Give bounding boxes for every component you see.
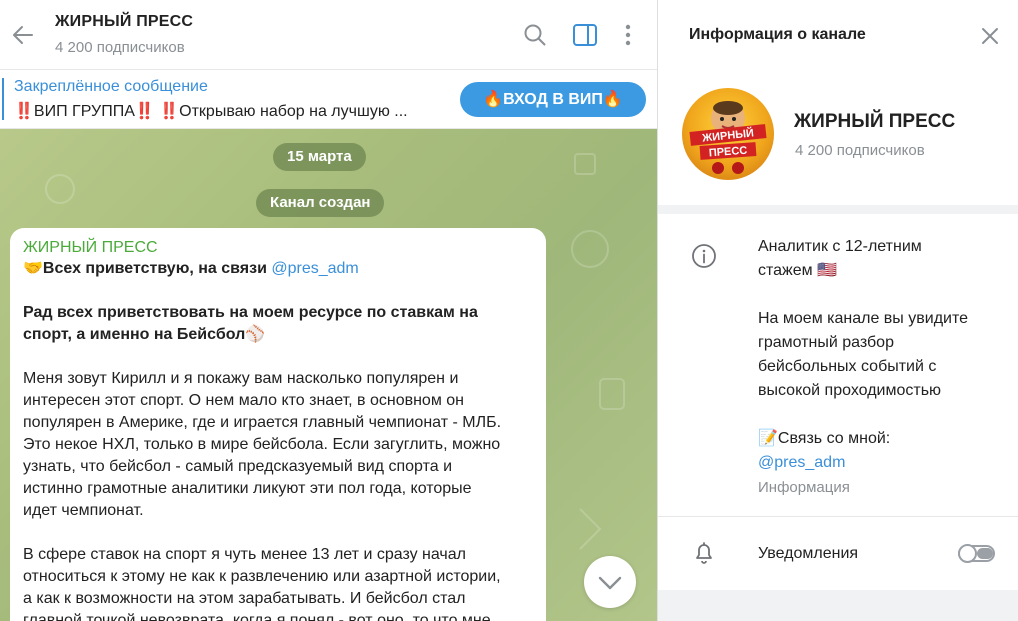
- close-icon[interactable]: [978, 24, 1002, 48]
- message-text-line: интересен этот спорт. О нем мало кто зна…: [23, 392, 465, 409]
- search-icon[interactable]: [522, 22, 548, 48]
- description-line: высокой проходимостью: [758, 382, 942, 399]
- description-line: стажем 🇺🇸: [758, 262, 838, 279]
- arrow-left-icon[interactable]: [10, 22, 36, 48]
- chat-background: 15 марта Канал создан ЖИРНЫЙ ПРЕСС 🤝Всех…: [0, 129, 657, 621]
- sidebar-toggle-icon[interactable]: [572, 22, 598, 48]
- bold-line-2: спорт, а именно на Бейсбол⚾: [23, 326, 266, 343]
- chat-header: ЖИРНЫЙ ПРЕСС 4 200 подписчиков: [0, 0, 657, 70]
- channel-name: ЖИРНЫЙ ПРЕСС: [794, 111, 956, 132]
- channel-description: Аналитик с 12-летним стажем 🇺🇸 На моем ка…: [758, 235, 998, 500]
- bold-line-1: Рад всех приветствовать на моем ресурсе …: [23, 304, 478, 321]
- pinned-text: ‼️ВИП ГРУППА‼️ ‼️Открываю набор на лучшу…: [14, 103, 408, 120]
- contact-link[interactable]: @pres_adm: [271, 260, 358, 277]
- info-icon: [692, 244, 716, 268]
- pinned-label: Закреплённое сообщение: [14, 78, 208, 95]
- vip-entry-button[interactable]: 🔥ВХОД В ВИП🔥: [460, 82, 646, 117]
- avatar-logo: ЖИРНЫЙ ПРЕСС: [689, 101, 767, 174]
- paragraph-1: Меня зовут Кирилл и я покажу вам насколь…: [23, 368, 532, 522]
- description-block-1: Аналитик с 12-летним стажем 🇺🇸: [758, 235, 998, 283]
- channel-subscribers-count: 4 200 подписчиков: [795, 142, 925, 159]
- date-separator: 15 марта: [273, 143, 366, 171]
- description-label: Информация: [758, 479, 850, 496]
- channel-created-notice: Канал создан: [256, 189, 385, 217]
- chevron-down-icon: [598, 576, 622, 590]
- message-text-line: а как к возможности на этом зарабатывать…: [23, 590, 466, 607]
- description-line: Аналитик с 12-летним: [758, 238, 922, 255]
- message-text-line: В сфере ставок на спорт я чуть менее 13 …: [23, 546, 466, 563]
- message-author[interactable]: ЖИРНЫЙ ПРЕСС: [23, 238, 532, 258]
- message-bubble: ЖИРНЫЙ ПРЕСС 🤝Всех приветствую, на связи…: [10, 228, 546, 621]
- section-divider: [658, 205, 1018, 214]
- message-text-line: идет чемпионат.: [23, 502, 144, 519]
- scroll-down-button[interactable]: [584, 556, 636, 608]
- message-text-line: истинно грамотные аналитики ликуют эти п…: [23, 480, 472, 497]
- message-text-line: Это некое НХЛ, только в мире бейсбола. Е…: [23, 436, 501, 453]
- description-line: бейсбольных событий с: [758, 358, 937, 375]
- contact-line: 📝Связь со мной:: [758, 430, 891, 447]
- svg-text:ПРЕСС: ПРЕСС: [708, 145, 747, 160]
- panel-title: Информация о канале: [689, 26, 866, 43]
- channel-avatar[interactable]: ЖИРНЫЙ ПРЕСС: [682, 88, 774, 180]
- paragraph-2: В сфере ставок на спорт я чуть менее 13 …: [23, 544, 532, 621]
- svg-text:ЖИРНЫЙ: ЖИРНЫЙ: [701, 126, 755, 144]
- toggle-knob: [958, 544, 977, 563]
- message-text-line: Меня зовут Кирилл и я покажу вам насколь…: [23, 370, 459, 387]
- message-text-line: главной точкой невозврата, когда я понял…: [23, 612, 491, 621]
- greeting-text: 🤝Всех приветствую, на связи: [23, 260, 272, 277]
- toggle-track: [977, 548, 993, 559]
- channel-info-panel: Информация о канале ЖИРНЫЙ ПРЕСС ЖИРНЫЙ …: [657, 0, 1018, 621]
- message-text-line: популярен в Америке, где и играется глав…: [23, 414, 502, 431]
- greeting-line: 🤝Всех приветствую, на связи @pres_adm: [23, 258, 532, 280]
- more-vertical-icon[interactable]: [615, 22, 641, 48]
- channel-subscribers: 4 200 подписчиков: [55, 39, 185, 56]
- message-text-line: узнать, что бейсбол - самый предсказуемы…: [23, 458, 452, 475]
- pinned-indicator: [2, 78, 4, 120]
- notifications-label: Уведомления: [758, 545, 859, 562]
- description-block-2: На моем канале вы увидите грамотный разбо…: [758, 307, 998, 403]
- section-divider-thin: [658, 516, 1018, 517]
- description-line: грамотный разбор: [758, 334, 894, 351]
- description-line: На моем канале вы увидите: [758, 310, 969, 327]
- notifications-toggle[interactable]: [958, 544, 995, 563]
- contact-username-link[interactable]: @pres_adm: [758, 451, 998, 475]
- section-divider-bottom: [658, 590, 1018, 621]
- message-text-line: относиться к этому не как к развлечению …: [23, 568, 501, 585]
- bell-icon: [696, 542, 712, 564]
- chat-column: ЖИРНЫЙ ПРЕСС 4 200 подписчиков Закреплён…: [0, 0, 657, 621]
- channel-title[interactable]: ЖИРНЫЙ ПРЕСС: [55, 13, 193, 31]
